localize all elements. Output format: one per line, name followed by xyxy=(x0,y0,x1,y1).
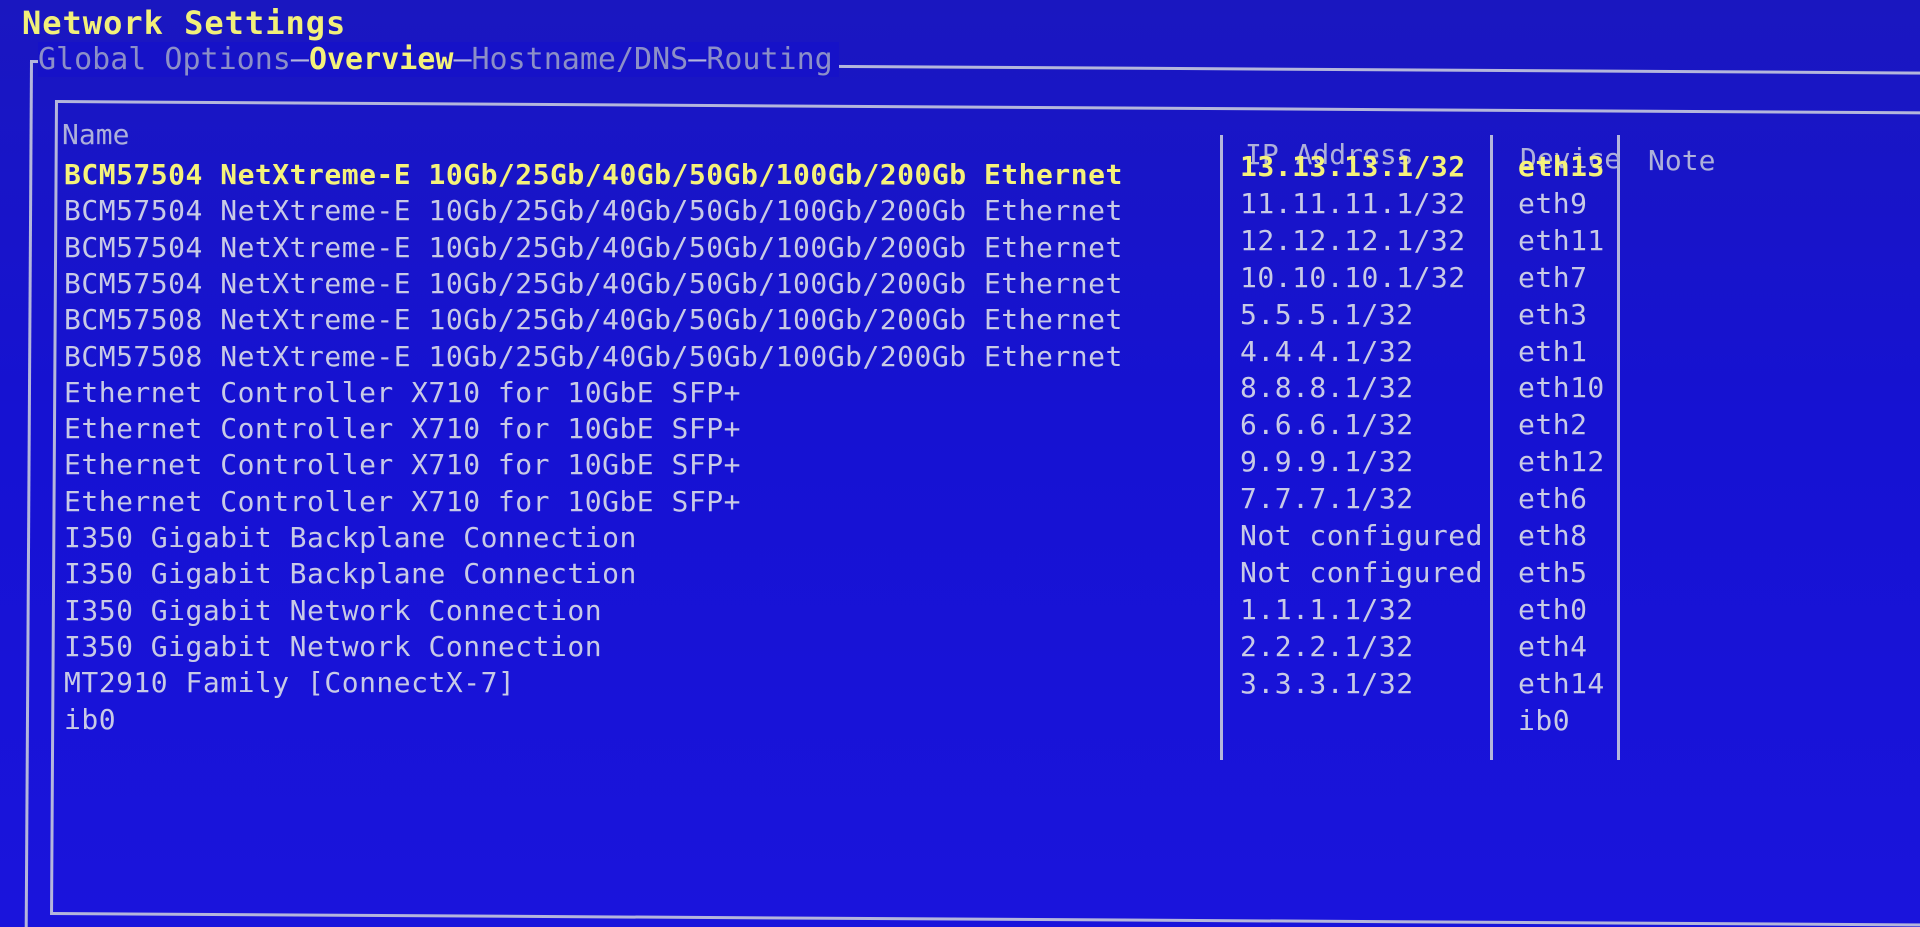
interface-name-cell[interactable]: I350 Gigabit Network Connection xyxy=(64,630,602,663)
interface-name-cell[interactable]: BCM57504 NetXtreme-E 10Gb/25Gb/40Gb/50Gb… xyxy=(64,231,1123,264)
interface-name-cell[interactable]: BCM57508 NetXtreme-E 10Gb/25Gb/40Gb/50Gb… xyxy=(64,303,1123,336)
device-cell[interactable]: eth1 xyxy=(1518,335,1587,368)
tab-separator: — xyxy=(290,42,309,77)
ip-address-cell[interactable]: 2.2.2.1/32 xyxy=(1240,630,1414,663)
ip-address-cell[interactable]: 3.3.3.1/32 xyxy=(1240,667,1414,700)
ip-address-cell[interactable]: 13.13.13.1/32 xyxy=(1240,150,1466,183)
interface-name-cell[interactable]: ib0 xyxy=(64,703,116,736)
ip-address-cell[interactable]: 1.1.1.1/32 xyxy=(1240,593,1414,626)
tab-overview[interactable]: Overview xyxy=(309,42,454,77)
interface-name-cell[interactable]: Ethernet Controller X710 for 10GbE SFP+ xyxy=(64,376,741,409)
interface-name-cell[interactable]: Ethernet Controller X710 for 10GbE SFP+ xyxy=(64,448,741,481)
device-cell[interactable]: eth5 xyxy=(1518,556,1587,589)
tab-bar: Global Options — Overview — Hostname/DNS… xyxy=(38,42,839,77)
device-cell[interactable]: eth11 xyxy=(1518,224,1605,257)
interface-name-cell[interactable]: I350 Gigabit Network Connection xyxy=(64,594,602,627)
device-cell[interactable]: eth3 xyxy=(1518,298,1587,331)
device-cell[interactable]: eth6 xyxy=(1518,482,1587,515)
device-cell[interactable]: eth8 xyxy=(1518,519,1587,552)
ip-address-cell[interactable]: 4.4.4.1/32 xyxy=(1240,335,1414,368)
interface-name-cell[interactable]: I350 Gigabit Backplane Connection xyxy=(64,557,637,590)
tab-separator: — xyxy=(688,42,707,77)
column-header-note[interactable]: Note xyxy=(1648,144,1715,177)
interface-name-cell[interactable]: BCM57504 NetXtreme-E 10Gb/25Gb/40Gb/50Gb… xyxy=(64,194,1123,227)
device-cell[interactable]: eth9 xyxy=(1518,187,1587,220)
column-divider xyxy=(1490,135,1493,760)
ip-address-cell[interactable]: 5.5.5.1/32 xyxy=(1240,298,1414,331)
interface-name-cell[interactable]: Ethernet Controller X710 for 10GbE SFP+ xyxy=(64,412,741,445)
ip-address-cell[interactable]: 6.6.6.1/32 xyxy=(1240,408,1414,441)
device-cell[interactable]: eth14 xyxy=(1518,667,1605,700)
device-cell[interactable]: eth0 xyxy=(1518,593,1587,626)
device-cell[interactable]: eth13 xyxy=(1518,150,1605,183)
interface-name-cell[interactable]: BCM57504 NetXtreme-E 10Gb/25Gb/40Gb/50Gb… xyxy=(64,267,1123,300)
tab-separator: — xyxy=(453,42,472,77)
ip-address-cell[interactable]: 11.11.11.1/32 xyxy=(1240,187,1466,220)
device-cell[interactable]: eth4 xyxy=(1518,630,1587,663)
interface-name-cell[interactable]: BCM57504 NetXtreme-E 10Gb/25Gb/40Gb/50Gb… xyxy=(64,158,1123,191)
ip-address-cell[interactable]: 8.8.8.1/32 xyxy=(1240,371,1414,404)
device-cell[interactable]: eth10 xyxy=(1518,371,1605,404)
device-cell[interactable]: eth12 xyxy=(1518,445,1605,478)
column-header-name[interactable]: Name xyxy=(62,118,129,151)
ip-address-cell[interactable]: 10.10.10.1/32 xyxy=(1240,261,1466,294)
device-cell[interactable]: ib0 xyxy=(1518,704,1570,737)
tab-hostname-dns[interactable]: Hostname/DNS xyxy=(472,42,689,77)
interface-name-cell[interactable]: I350 Gigabit Backplane Connection xyxy=(64,521,637,554)
ip-address-cell[interactable]: 9.9.9.1/32 xyxy=(1240,445,1414,478)
device-cell[interactable]: eth7 xyxy=(1518,261,1587,294)
ip-address-cell[interactable]: Not configured xyxy=(1240,556,1483,589)
ip-address-cell[interactable]: 12.12.12.1/32 xyxy=(1240,224,1466,257)
column-divider xyxy=(1617,135,1620,760)
window-title: Network Settings xyxy=(22,4,347,42)
interface-name-cell[interactable]: BCM57508 NetXtreme-E 10Gb/25Gb/40Gb/50Gb… xyxy=(64,340,1123,373)
interface-name-cell[interactable]: MT2910 Family [ConnectX-7] xyxy=(64,666,515,699)
tab-global-options[interactable]: Global Options xyxy=(38,42,291,77)
interface-name-cell[interactable]: Ethernet Controller X710 for 10GbE SFP+ xyxy=(64,485,741,518)
ip-address-cell[interactable]: 7.7.7.1/32 xyxy=(1240,482,1414,515)
device-cell[interactable]: eth2 xyxy=(1518,408,1587,441)
tab-routing[interactable]: Routing xyxy=(706,42,832,77)
column-divider xyxy=(1220,135,1223,760)
ip-address-cell[interactable]: Not configured xyxy=(1240,519,1483,552)
